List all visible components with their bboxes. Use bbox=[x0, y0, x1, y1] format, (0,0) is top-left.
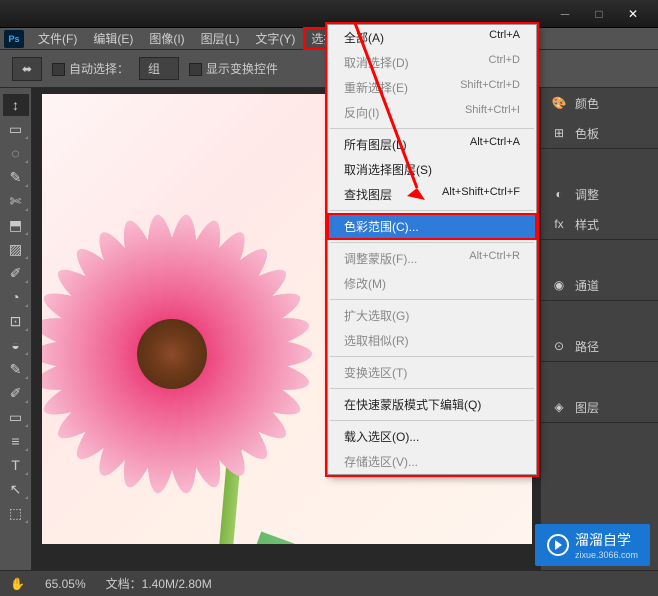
menu-image[interactable]: 图像(I) bbox=[141, 27, 192, 50]
right-panels: 🎨 颜色 ⊞ 色板 ◐ 调整 fx 样式 ◉ 通道 ⊙ 路径 ◈ 图层 bbox=[540, 88, 658, 570]
menu-transform-selection[interactable]: 变换选区(T) bbox=[328, 360, 536, 385]
auto-select-checkbox[interactable]: 自动选择： bbox=[52, 60, 129, 77]
menu-grow[interactable]: 扩大选取(G) bbox=[328, 303, 536, 328]
menu-file[interactable]: 文件(F) bbox=[30, 27, 85, 50]
panel-label: 颜色 bbox=[575, 95, 599, 112]
move-tool[interactable]: ↕ bbox=[3, 94, 29, 116]
channels-icon: ◉ bbox=[551, 277, 567, 293]
panel-label: 路径 bbox=[575, 338, 599, 355]
play-icon bbox=[547, 534, 569, 556]
maximize-button[interactable]: □ bbox=[582, 3, 616, 25]
auto-select-label: 自动选择： bbox=[69, 62, 129, 76]
blur-tool[interactable]: ✐ bbox=[3, 382, 29, 404]
pen-tool[interactable]: ≡ bbox=[3, 430, 29, 452]
menu-similar[interactable]: 选取相似(R) bbox=[328, 328, 536, 353]
panel-label: 图层 bbox=[575, 399, 599, 416]
lasso-tool[interactable]: ◌ bbox=[3, 142, 29, 164]
eraser-tool[interactable]: ◒ bbox=[3, 334, 29, 356]
shape-tool[interactable]: ⬚ bbox=[3, 502, 29, 524]
panel-channels[interactable]: ◉ 通道 bbox=[541, 270, 658, 300]
paths-icon: ⊙ bbox=[551, 338, 567, 354]
panel-label: 色板 bbox=[575, 125, 599, 142]
show-transform-label: 显示变换控件 bbox=[206, 62, 278, 76]
window-controls: ─ □ ✕ bbox=[548, 3, 650, 25]
dodge-tool[interactable]: ▭ bbox=[3, 406, 29, 428]
palette-icon: 🎨 bbox=[551, 95, 567, 111]
menu-edit[interactable]: 编辑(E) bbox=[85, 27, 141, 50]
app-logo: Ps bbox=[4, 30, 24, 48]
menu-save-selection[interactable]: 存储选区(V)... bbox=[328, 449, 536, 474]
panel-color[interactable]: 🎨 颜色 bbox=[541, 88, 658, 118]
menu-load-selection[interactable]: 载入选区(O)... bbox=[328, 424, 536, 449]
hand-icon: ✋ bbox=[10, 577, 25, 591]
watermark: 溜溜自学 zixue.3066.com bbox=[535, 524, 650, 566]
menu-refine-mask[interactable]: 调整蒙版(F)...Alt+Ctrl+R bbox=[328, 246, 536, 271]
menu-layer[interactable]: 图层(L) bbox=[193, 27, 248, 50]
panel-label: 通道 bbox=[575, 277, 599, 294]
brush-tool[interactable]: ✐ bbox=[3, 262, 29, 284]
minimize-button[interactable]: ─ bbox=[548, 3, 582, 25]
stamp-tool[interactable]: ◔ bbox=[3, 286, 29, 308]
tool-preset-button[interactable]: ⬌ bbox=[12, 57, 42, 81]
show-transform-checkbox[interactable]: 显示变换控件 bbox=[189, 60, 278, 77]
panel-label: 调整 bbox=[575, 186, 599, 203]
fx-icon: fx bbox=[551, 216, 567, 232]
panel-label: 样式 bbox=[575, 216, 599, 233]
panel-adjustments[interactable]: ◐ 调整 bbox=[541, 179, 658, 209]
layers-icon: ◈ bbox=[551, 399, 567, 415]
marquee-tool[interactable]: ▭ bbox=[3, 118, 29, 140]
watermark-sub: zixue.3066.com bbox=[575, 550, 638, 560]
menu-type[interactable]: 文字(Y) bbox=[247, 27, 303, 50]
type-tool[interactable]: T bbox=[3, 454, 29, 476]
annotation-arrow bbox=[345, 18, 445, 218]
path-select-tool[interactable]: ↖ bbox=[3, 478, 29, 500]
grid-icon: ⊞ bbox=[551, 125, 567, 141]
close-button[interactable]: ✕ bbox=[616, 3, 650, 25]
history-brush-tool[interactable]: ⊡ bbox=[3, 310, 29, 332]
menu-modify[interactable]: 修改(M) bbox=[328, 271, 536, 296]
auto-select-dropdown[interactable]: 组 bbox=[139, 57, 179, 80]
adjust-icon: ◐ bbox=[551, 186, 567, 202]
menu-quick-mask[interactable]: 在快速蒙版模式下编辑(Q) bbox=[328, 392, 536, 417]
healing-tool[interactable]: ▨ bbox=[3, 238, 29, 260]
doc-size: 文档：1.40M/2.80M bbox=[106, 575, 212, 592]
crop-tool[interactable]: ✄ bbox=[3, 190, 29, 212]
panel-paths[interactable]: ⊙ 路径 bbox=[541, 331, 658, 361]
zoom-value[interactable]: 65.05% bbox=[45, 577, 86, 591]
watermark-main: 溜溜自学 bbox=[575, 532, 631, 548]
toolbox: ↕ ▭ ◌ ✎ ✄ ⬒ ▨ ✐ ◔ ⊡ ◒ ✎ ✐ ▭ ≡ T ↖ ⬚ bbox=[0, 88, 32, 570]
eyedropper-tool[interactable]: ⬒ bbox=[3, 214, 29, 236]
panel-swatches[interactable]: ⊞ 色板 bbox=[541, 118, 658, 148]
magic-wand-tool[interactable]: ✎ bbox=[3, 166, 29, 188]
status-bar: ✋ 65.05% 文档：1.40M/2.80M bbox=[0, 570, 658, 596]
panel-styles[interactable]: fx 样式 bbox=[541, 209, 658, 239]
gradient-tool[interactable]: ✎ bbox=[3, 358, 29, 380]
panel-layers[interactable]: ◈ 图层 bbox=[541, 392, 658, 422]
